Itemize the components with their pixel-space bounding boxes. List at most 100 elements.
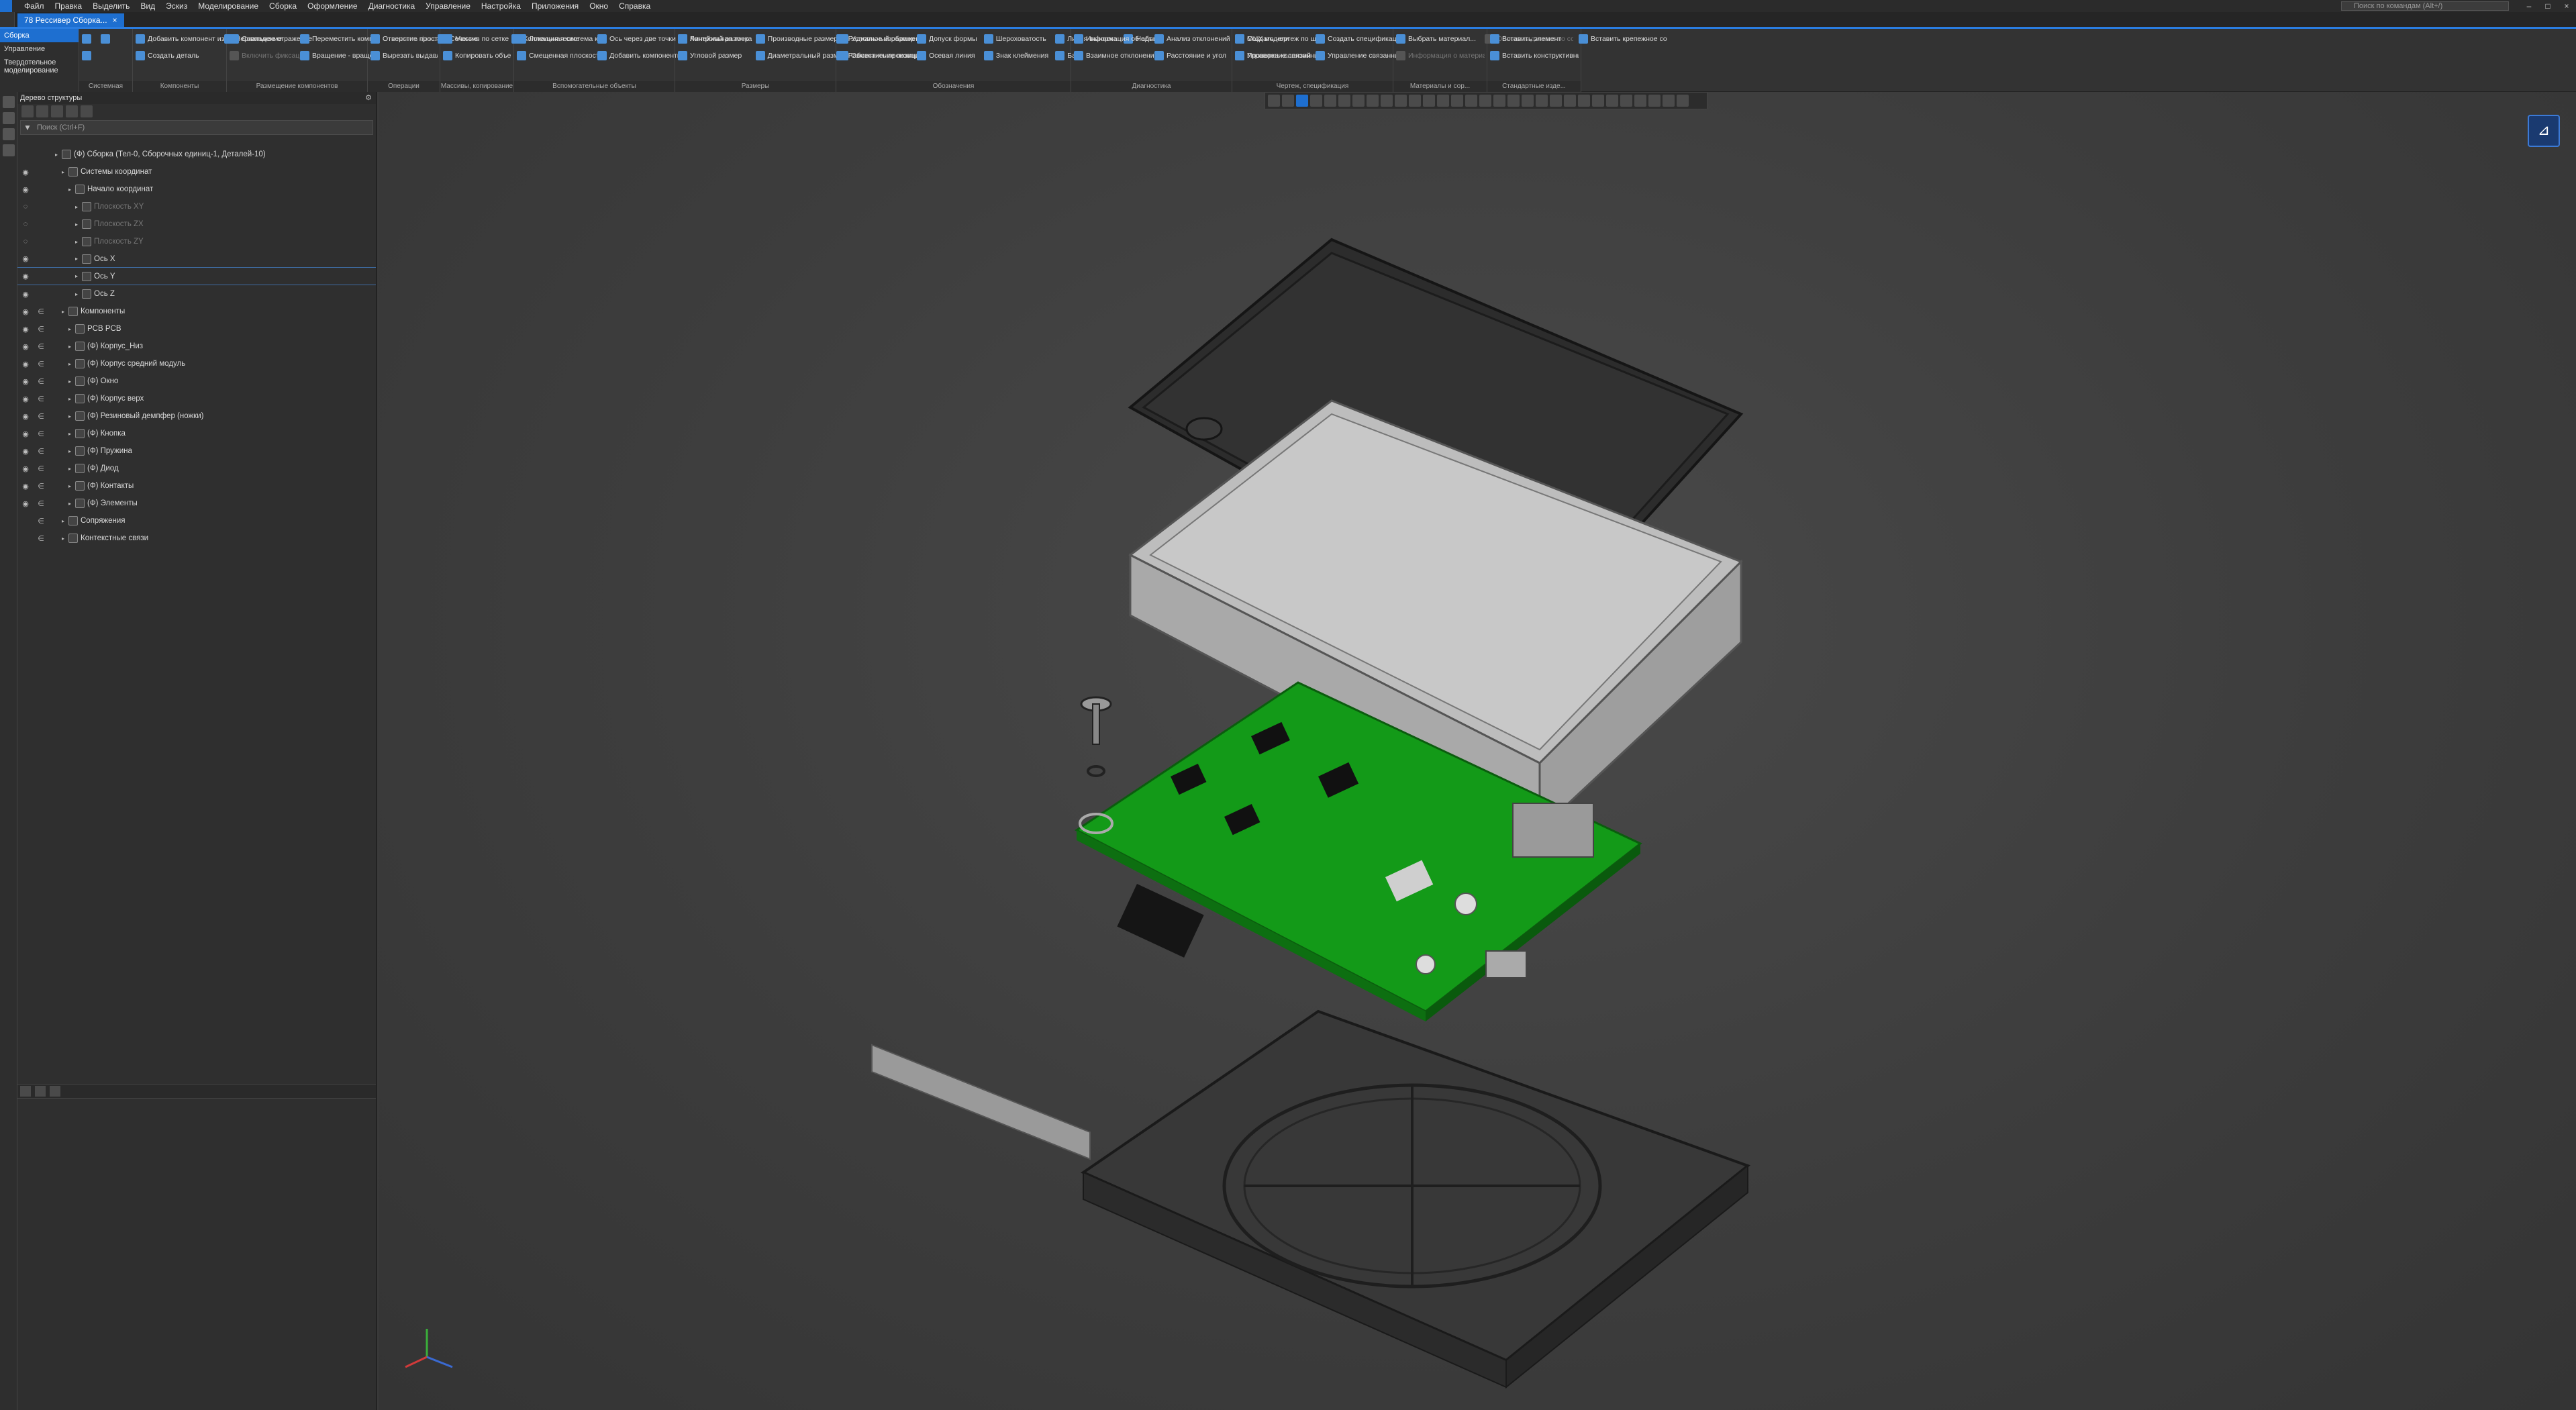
close-tab-icon[interactable]: × [113, 13, 117, 27]
ribbon-command-button[interactable]: Угловой размер [678, 47, 756, 64]
ribbon-command-button[interactable]: Управление связанными с... [1316, 47, 1396, 64]
tree-row[interactable]: ◌ ▸ Плоскость XY [17, 198, 376, 215]
ribbon-command-button[interactable]: Ось через две точки [597, 30, 678, 47]
expand-arrow-icon[interactable]: ▸ [62, 169, 68, 175]
visibility-eye-icon[interactable]: ◌ [17, 203, 34, 211]
ribbon-group-title[interactable]: Чертеж, спецификация [1232, 81, 1393, 92]
ribbon-command-button[interactable]: Копировать объекты [443, 47, 511, 64]
window-maximize-button[interactable]: □ [2538, 0, 2557, 12]
menu-item[interactable]: Правка [50, 1, 88, 11]
ribbon-command-button[interactable]: Вращение - вращение [300, 47, 370, 64]
tree-row[interactable]: ◉ ∈ ▸ (Ф) Корпус средний модуль [17, 355, 376, 372]
ribbon-group-title[interactable]: Материалы и сор... [1393, 81, 1487, 92]
visibility-eye-icon[interactable]: ◌ [17, 220, 34, 228]
expand-arrow-icon[interactable]: ▸ [75, 256, 82, 262]
assembly-model[interactable] [379, 92, 2576, 1410]
expand-arrow-icon[interactable]: ▸ [55, 152, 62, 158]
menu-item[interactable]: Окно [584, 1, 613, 11]
tree-row[interactable]: ∈ ▸ Сопряжения [17, 512, 376, 530]
ribbon-group-title[interactable]: Вспомогательные объекты [514, 81, 675, 92]
visibility-eye-icon[interactable]: ◌ [17, 238, 34, 246]
ribbon-command-button[interactable]: Вставить конструктивны... [1490, 47, 1579, 64]
ribbon-group-title[interactable]: Размеры [675, 81, 836, 92]
ribbon-command-button[interactable]: Создать спецификацию... [1316, 30, 1396, 47]
ribbon-command-button[interactable]: Добавить компонент из... [136, 30, 224, 47]
panel-close-icon[interactable]: ⚙ [365, 92, 372, 104]
ribbon-command-button[interactable]: Отверстие простое [370, 30, 438, 47]
bottom-case-part[interactable] [1080, 1009, 1751, 1389]
expand-arrow-icon[interactable]: ▸ [62, 309, 68, 315]
expand-arrow-icon[interactable]: ▸ [68, 483, 75, 489]
expand-arrow-icon[interactable]: ▸ [75, 204, 82, 210]
expand-arrow-icon[interactable]: ▸ [68, 466, 75, 472]
expand-arrow-icon[interactable]: ▸ [68, 501, 75, 507]
expand-arrow-icon[interactable]: ▸ [68, 413, 75, 419]
lower-function-icon[interactable] [50, 1086, 60, 1097]
ribbon-group-title[interactable]: Операции [368, 81, 440, 92]
expand-arrow-icon[interactable]: ▸ [68, 431, 75, 437]
menu-item[interactable]: Настройка [476, 1, 526, 11]
visibility-eye-icon[interactable]: ◉ [17, 499, 34, 508]
window-close-button[interactable]: × [2557, 0, 2576, 12]
ribbon-group-title[interactable]: Диагностика [1071, 81, 1232, 92]
visibility-eye-icon[interactable]: ◉ [17, 342, 34, 351]
ribbon-command-button[interactable]: Вставить крепежное со... [1579, 30, 1667, 47]
ribbon-command-button[interactable]: Добавить компоненты... [597, 47, 678, 64]
tree-row[interactable]: ◉ ▸ Ось Y [17, 268, 376, 285]
ribbon-mode-item[interactable]: Управление [0, 42, 79, 56]
ribbon-command-button[interactable]: Взаимное отклонение [1074, 47, 1154, 64]
ribbon-group-title[interactable]: Системная [79, 81, 132, 92]
visibility-eye-icon[interactable]: ◉ [17, 290, 34, 299]
visibility-eye-icon[interactable]: ◉ [17, 430, 34, 438]
tree-row[interactable]: ◉ ∈ ▸ (Ф) Корпус_Низ [17, 338, 376, 355]
filter-icon[interactable]: ▼ [23, 123, 33, 132]
tree-row[interactable]: ◉ ∈ ▸ PCB PCB [17, 320, 376, 338]
window-minimize-button[interactable]: – [2520, 0, 2538, 12]
menu-item[interactable]: Вид [135, 1, 160, 11]
expand-arrow-icon[interactable]: ▸ [75, 273, 82, 279]
tree-row[interactable]: ◉ ∈ ▸ (Ф) Пружина [17, 442, 376, 460]
ribbon-command-button[interactable]: Анализ отклонений [1154, 30, 1235, 47]
ribbon-command-button[interactable]: Вставить элемент [1490, 30, 1579, 47]
ribbon-command-button[interactable]: Условное изображение... [839, 30, 917, 47]
ribbon-group-title[interactable]: Массивы, копирование [440, 81, 513, 92]
collapse-icon[interactable] [66, 105, 78, 117]
lower-table-icon[interactable] [35, 1086, 46, 1097]
tree-row[interactable]: ◉ ∈ ▸ (Ф) Кнопка [17, 425, 376, 442]
visibility-eye-icon[interactable]: ◉ [17, 482, 34, 491]
expand-arrow-icon[interactable]: ▸ [68, 379, 75, 385]
ribbon-group-title[interactable]: Компоненты [133, 81, 226, 92]
expand-arrow-icon[interactable]: ▸ [68, 396, 75, 402]
ribbon-command-button[interactable]: Линейный размер [678, 30, 756, 47]
ribbon-command-button[interactable]: Обозначение позиции [839, 47, 917, 64]
ribbon-command-button[interactable]: Производные размеры [755, 30, 836, 47]
ribbon-command-button[interactable]: Шероховатость [983, 30, 1055, 47]
ribbon-command-button[interactable]: Создать деталь [136, 47, 224, 64]
tree-row[interactable]: ◉ ∈ ▸ (Ф) Корпус верх [17, 390, 376, 407]
tree-row[interactable]: ▸ (Ф) Сборка (Тел-0, Сборочных единиц-1, … [17, 146, 376, 163]
expand-arrow-icon[interactable]: ▸ [68, 448, 75, 454]
ribbon-command-button[interactable]: Совпадение [230, 30, 300, 47]
ribbon-command-button[interactable]: Включить фиксацию [230, 47, 300, 64]
tree-row[interactable]: ∈ ▸ Контекстные связи [17, 530, 376, 547]
ribbon-command-button[interactable]: Переместить компонент [300, 30, 370, 47]
expand-arrow-icon[interactable]: ▸ [68, 326, 75, 332]
expand-arrow-icon[interactable]: ▸ [62, 518, 68, 524]
ribbon-group-title[interactable]: Обозначения [836, 81, 1071, 92]
tree-row[interactable]: ◉ ▸ Системы координат [17, 163, 376, 181]
expand-arrow-icon[interactable]: ▸ [75, 291, 82, 297]
group-icon[interactable] [51, 105, 63, 117]
ribbon-command-button[interactable]: Вырезать выдавливанием [370, 47, 438, 64]
visibility-eye-icon[interactable]: ◉ [17, 447, 34, 456]
ribbon-mode-item[interactable]: Сборка [0, 29, 79, 42]
visibility-eye-icon[interactable]: ◉ [17, 360, 34, 368]
visibility-eye-icon[interactable]: ◉ [17, 254, 34, 263]
menu-icon[interactable] [3, 144, 15, 156]
tree-row[interactable]: ◉ ▸ Ось Z [17, 285, 376, 303]
filter-structure-icon[interactable] [36, 105, 48, 117]
ribbon-command-button[interactable]: Массив по сетке [443, 30, 511, 47]
visibility-eye-icon[interactable]: ◉ [17, 325, 34, 334]
properties-icon[interactable] [3, 128, 15, 140]
home-tab-icon[interactable] [0, 12, 15, 27]
ribbon-command-button[interactable]: Смещенная плоскость [517, 47, 597, 64]
